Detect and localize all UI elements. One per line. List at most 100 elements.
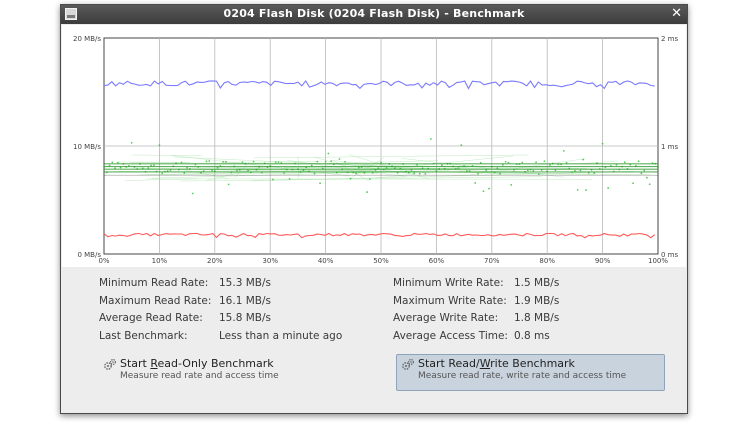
- access-time-point: [247, 169, 249, 172]
- access-time-point: [274, 161, 277, 164]
- access-time-point: [313, 172, 316, 175]
- x-axis-tick-label: 20%: [207, 257, 223, 265]
- access-time-point: [582, 158, 585, 161]
- access-time-point: [191, 192, 194, 195]
- access-time-point: [130, 141, 133, 144]
- access-time-point: [521, 161, 524, 164]
- stat-value: Less than a minute ago: [219, 330, 343, 343]
- access-time-point: [488, 187, 490, 190]
- benchmark-chart-svg: 20 MB/s10 MB/s0 MB/s2 ms1 ms0 ms0% 10% 20%…: [73, 35, 678, 265]
- access-time-point: [277, 161, 280, 163]
- stat-row: Last Benchmark: Less than a minute ago: [99, 330, 342, 348]
- x-axis-tick-label: 90%: [595, 257, 611, 265]
- access-time-point: [499, 172, 502, 175]
- stat-row: Maximum Read Rate: 16.1 MB/s: [99, 295, 342, 313]
- access-time-point: [252, 160, 255, 163]
- access-time-point: [211, 169, 213, 172]
- x-axis-tick-label: 50%: [373, 257, 389, 265]
- access-time-point: [158, 144, 161, 147]
- access-time-point: [579, 169, 582, 172]
- access-time-point: [537, 173, 540, 175]
- access-time-point: [585, 189, 587, 191]
- access-time-point: [576, 188, 579, 191]
- access-time-point: [510, 184, 513, 186]
- access-time-point: [224, 160, 227, 163]
- access-time-point: [327, 152, 330, 155]
- access-time-point: [205, 160, 208, 163]
- access-time-point: [111, 161, 114, 164]
- access-time-point: [324, 160, 327, 163]
- access-time-point: [418, 172, 421, 175]
- stat-row: Minimum Write Rate: 1.5 MB/s: [393, 277, 559, 295]
- x-axis-tick-label: 70%: [484, 257, 500, 265]
- access-time-point: [507, 161, 510, 164]
- x-axis-tick-label: 60%: [429, 257, 445, 265]
- right-axis-tick-label: 2 ms: [661, 35, 678, 43]
- access-time-point: [241, 161, 244, 164]
- window-title: 0204 Flash Disk (0204 Flash Disk) - Benc…: [223, 7, 525, 20]
- gears-icon: [104, 358, 117, 370]
- access-time-point: [338, 158, 341, 160]
- access-time-point: [601, 142, 604, 145]
- access-time-point: [460, 144, 463, 147]
- stat-label: Average Access Time:: [393, 330, 508, 343]
- access-time-point: [474, 182, 477, 184]
- stat-row: Maximum Write Rate: 1.9 MB/s: [393, 295, 559, 313]
- access-time-point: [643, 169, 646, 172]
- access-time-point: [152, 164, 155, 167]
- access-time-point: [208, 160, 211, 162]
- x-axis-tick-label: 100%: [648, 257, 668, 265]
- access-time-point: [180, 161, 183, 164]
- left-axis-tick-label: 10 MB/s: [73, 143, 101, 151]
- access-time-point: [344, 160, 346, 163]
- start-read-only-benchmark-button[interactable]: Start Read-Only Benchmark Measure read r…: [98, 354, 366, 391]
- read-only-benchmark-title: Start Read-Only Benchmark: [120, 357, 274, 370]
- stat-value: 1.5 MB/s: [514, 277, 560, 289]
- left-axis-tick-label: 20 MB/s: [73, 35, 101, 43]
- stat-label: Maximum Read Rate:: [99, 294, 212, 307]
- access-time-point: [637, 160, 640, 163]
- access-time-point: [607, 187, 610, 189]
- access-time-point: [477, 173, 479, 175]
- access-time-point: [369, 178, 371, 180]
- access-time-point: [216, 166, 219, 169]
- access-time-point: [441, 164, 443, 167]
- benchmark-chart: 20 MB/s 10 MB/s 0 MB/s 2 ms 1 ms 0 ms 0% 10% 20%…: [62, 25, 686, 267]
- stat-label: Average Read Rate:: [99, 312, 203, 325]
- access-time-point: [222, 160, 225, 163]
- stat-label: Maximum Write Rate:: [393, 294, 507, 307]
- read-only-benchmark-description: Measure read rate and access time: [120, 371, 279, 381]
- close-button[interactable]: ✕: [671, 6, 682, 21]
- x-axis-tick-label: 40%: [318, 257, 334, 265]
- access-time-point: [646, 176, 648, 179]
- stat-label: Average Write Rate:: [393, 312, 499, 325]
- gears-icon: [402, 358, 415, 370]
- read-write-benchmark-description: Measure read rate, write rate and access…: [418, 371, 627, 381]
- x-axis-tick-label: 0%: [98, 257, 109, 265]
- stat-value: 15.8 MB/s: [219, 312, 271, 325]
- access-time-point: [562, 149, 565, 152]
- access-time-point: [640, 172, 643, 175]
- access-time-point: [648, 183, 651, 186]
- stat-label: Last Benchmark:: [99, 330, 188, 343]
- stat-value: 16.1 MB/s: [219, 294, 271, 307]
- access-time-point: [632, 182, 634, 185]
- access-time-point: [147, 167, 150, 169]
- stat-value: 1.8 MB/s: [514, 312, 560, 325]
- access-time-point: [623, 161, 626, 164]
- x-axis-tick-label: 80%: [539, 257, 555, 265]
- access-time-point: [186, 166, 188, 169]
- access-time-point: [355, 172, 357, 175]
- title-bar[interactable]: 0204 Flash Disk (0204 Flash Disk) - Benc…: [61, 5, 687, 24]
- access-time-point: [288, 178, 291, 180]
- access-time-point: [319, 182, 321, 185]
- access-time-point: [272, 178, 274, 181]
- start-read-write-benchmark-button[interactable]: Start Read/Write Benchmark Measure read …: [396, 354, 665, 391]
- access-time-point: [535, 161, 538, 164]
- stat-row: Average Write Rate: 1.8 MB/s: [393, 312, 559, 330]
- stat-row: Average Access Time: 0.8 ms: [393, 330, 559, 348]
- benchmark-window: 0204 Flash Disk (0204 Flash Disk) - Benc…: [60, 4, 688, 414]
- stat-value: 1.9 MB/s: [514, 294, 560, 307]
- access-time-point: [482, 190, 485, 193]
- read-write-benchmark-title: Start Read/Write Benchmark: [418, 357, 575, 370]
